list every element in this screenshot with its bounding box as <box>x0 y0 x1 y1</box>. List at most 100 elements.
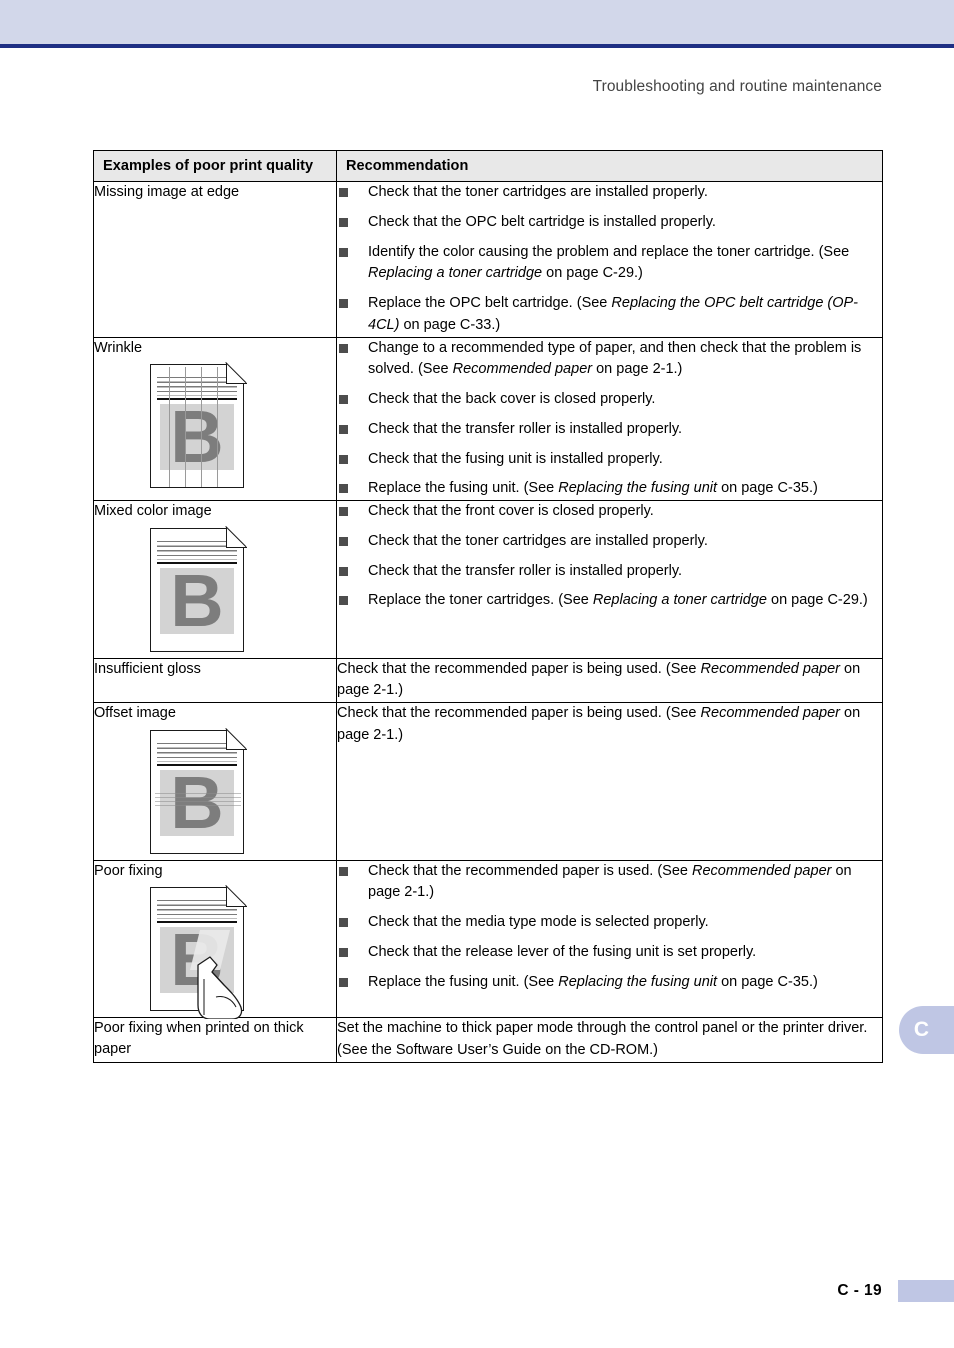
text-lines-icon <box>157 540 237 564</box>
page-top-band <box>0 0 954 44</box>
recommendation-item-text: Check that the transfer roller is instal… <box>368 562 683 579</box>
row-label-cell: Mixed color image B <box>93 500 337 659</box>
recommendation-item: Check that the OPC belt cartridge is ins… <box>337 212 882 234</box>
poor-fixing-page-sample: B <box>150 886 336 1020</box>
square-bullet-icon <box>339 343 348 353</box>
row-label-cell: Poor fixing when printed on thick paper <box>93 1017 337 1063</box>
recommendation-item-text: Replace the OPC belt cartridge. (See Rep… <box>368 295 859 333</box>
dog-ear-icon <box>226 526 247 548</box>
letter-b-glyph: B <box>170 558 224 642</box>
recommendation-item: Check that the fusing unit is installed … <box>337 449 882 471</box>
row-label: Missing image at edge <box>94 184 240 200</box>
recommendation-item-text: Check that the front cover is closed pro… <box>368 503 654 519</box>
table-row: Wrinkle B Change to a recommended type o… <box>93 336 883 501</box>
recommendation-item: Replace the fusing unit. (See Replacing … <box>337 972 882 994</box>
wrinkle-creases-icon <box>151 365 243 488</box>
recommendation-list: Check that the toner cartridges are inst… <box>337 182 882 337</box>
row-label-cell: Missing image at edge <box>93 181 337 338</box>
square-bullet-icon <box>339 395 348 404</box>
row-recommendation-cell: Set the machine to thick paper mode thro… <box>336 1017 883 1063</box>
table-row: Offset image B Check that the recommende <box>93 702 883 861</box>
recommendation-item-text: Check that the release lever of the fusi… <box>368 943 757 960</box>
text-lines-icon <box>157 900 237 924</box>
recommendation-text: Check that the recommended paper is bein… <box>337 660 861 699</box>
recommendation-text: Check that the recommended paper is bein… <box>337 705 861 743</box>
table-row: Poor fixing B <box>93 859 883 1020</box>
recommendation-item: Check that the toner cartridges are inst… <box>337 182 882 204</box>
square-bullet-icon <box>339 454 348 464</box>
row-label-cell: Wrinkle B <box>93 336 337 501</box>
recommendation-list: Check that the recommended paper is used… <box>337 861 882 994</box>
recommendation-item-text: Replace the toner cartridges. (See Repla… <box>368 592 868 609</box>
recommendation-item: Replace the fusing unit. (See Replacing … <box>337 478 882 500</box>
recommendation-item: Check that the back cover is closed prop… <box>337 389 882 411</box>
table-row: Poor fixing when printed on thick paper … <box>93 1017 883 1063</box>
row-label: Offset image <box>94 705 176 722</box>
row-label-cell: Insufficient gloss <box>93 657 337 704</box>
row-recommendation-cell: Check that the recommended paper is bein… <box>336 657 883 704</box>
recommendation-item: Change to a recommended type of paper, a… <box>337 338 882 382</box>
recommendation-item: Check that the front cover is closed pro… <box>337 501 882 523</box>
hand-finger-icon <box>197 956 243 1020</box>
square-bullet-icon <box>339 507 348 516</box>
offset-ghost-band-icon <box>155 792 241 809</box>
chapter-thumb-tab: C <box>899 1006 954 1054</box>
recommendation-item-text: Check that the transfer roller is instal… <box>368 420 683 437</box>
recommendation-item-text: Check that the recommended paper is used… <box>368 862 852 901</box>
table-header-row: Examples of poor print quality Recommend… <box>93 150 883 182</box>
print-quality-table: Examples of poor print quality Recommend… <box>93 150 883 1063</box>
recommendation-item: Identify the color causing the problem a… <box>337 242 882 286</box>
row-label-cell: Poor fixing B <box>93 859 337 1020</box>
recommendation-item-text: Check that the OPC belt cartridge is ins… <box>368 213 716 230</box>
recommendation-text: Set the machine to thick paper mode thro… <box>337 1020 868 1058</box>
recommendation-item: Check that the media type mode is select… <box>337 912 882 934</box>
square-bullet-icon <box>339 947 348 957</box>
row-recommendation-cell: Check that the toner cartridges are inst… <box>336 181 883 338</box>
square-bullet-icon <box>339 866 348 876</box>
dog-ear-icon <box>226 728 247 750</box>
recommendation-item: Replace the toner cartridges. (See Repla… <box>337 590 882 612</box>
row-recommendation-cell: Check that the front cover is closed pro… <box>336 500 883 659</box>
square-bullet-icon <box>339 299 348 308</box>
table-body: Missing image at edge Check that the ton… <box>93 181 883 1063</box>
recommendation-item: Check that the recommended paper is used… <box>337 861 882 905</box>
recommendation-item-text: Check that the fusing unit is installed … <box>368 450 663 467</box>
table-row: Insufficient gloss Check that the recomm… <box>93 657 883 704</box>
recommendation-item: Check that the release lever of the fusi… <box>337 942 882 964</box>
square-bullet-icon <box>339 596 348 606</box>
row-recommendation-cell: Check that the recommended paper is used… <box>336 859 883 1019</box>
square-bullet-icon <box>339 566 348 576</box>
recommendation-item-text: Change to a recommended type of paper, a… <box>368 339 862 378</box>
recommendation-item-text: Replace the fusing unit. (See Replacing … <box>368 973 818 990</box>
recommendation-item: Replace the OPC belt cartridge. (See Rep… <box>337 293 882 337</box>
recommendation-list: Check that the front cover is closed pro… <box>337 501 882 612</box>
row-label: Poor fixing <box>94 862 163 879</box>
row-label: Poor fixing when printed on thick paper <box>94 1020 304 1057</box>
row-recommendation-cell: Check that the recommended paper is bein… <box>336 702 883 861</box>
running-header: Troubleshooting and routine maintenance <box>592 78 882 95</box>
recommendation-item: Check that the toner cartridges are inst… <box>337 531 882 553</box>
recommendation-item-text: Check that the toner cartridges are inst… <box>368 532 708 549</box>
recommendation-item-text: Replace the fusing unit. (See Replacing … <box>368 480 818 497</box>
page-number: C - 19 <box>837 1282 882 1299</box>
square-bullet-icon <box>339 217 348 227</box>
row-label: Mixed color image <box>94 503 212 519</box>
recommendation-item: Check that the transfer roller is instal… <box>337 419 882 441</box>
recommendation-item-text: Check that the toner cartridges are inst… <box>368 184 708 200</box>
table-row: Missing image at edge Check that the ton… <box>93 181 883 338</box>
recommendation-list: Change to a recommended type of paper, a… <box>337 338 882 501</box>
offset-image-page-sample: B <box>150 728 336 856</box>
recommendation-item-text: Check that the back cover is closed prop… <box>368 391 656 407</box>
table-row: Mixed color image B Check that the front… <box>93 500 883 659</box>
column-header-examples: Examples of poor print quality <box>93 150 337 182</box>
row-label: Wrinkle <box>94 339 143 356</box>
column-header-recommendation: Recommendation <box>336 150 883 182</box>
square-bullet-icon <box>339 247 348 257</box>
square-bullet-icon <box>339 977 348 987</box>
row-label-cell: Offset image B <box>93 702 337 861</box>
recommendation-item-text: Check that the media type mode is select… <box>368 914 709 931</box>
row-label: Insufficient gloss <box>94 660 201 677</box>
square-bullet-icon <box>339 484 348 494</box>
footer-color-block <box>898 1280 954 1302</box>
recommendation-item: Check that the transfer roller is instal… <box>337 561 882 583</box>
